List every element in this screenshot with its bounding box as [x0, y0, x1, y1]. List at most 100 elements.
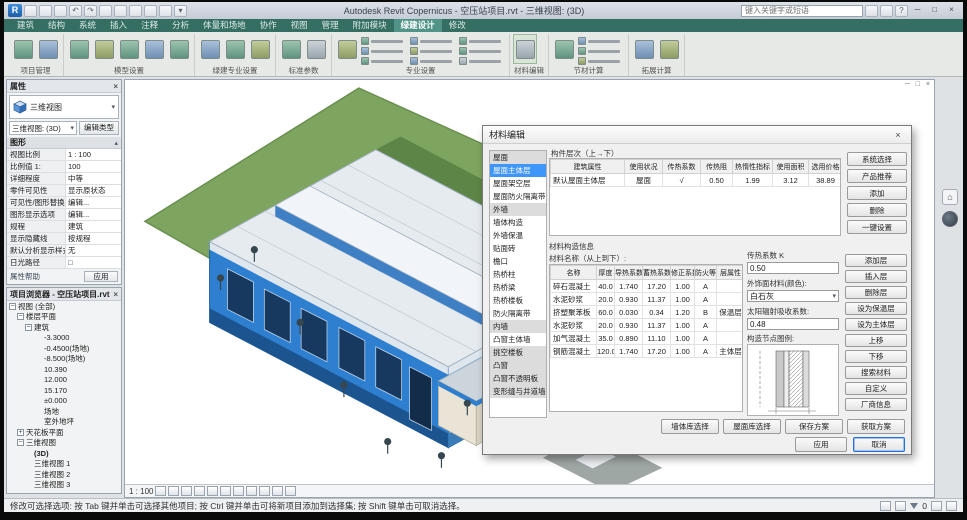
layer-button[interactable]: 添加层 [845, 254, 907, 267]
steering-wheel-icon[interactable] [942, 211, 958, 227]
component-list-item[interactable]: 凸窗 [490, 359, 546, 372]
ribbon-small-button[interactable] [361, 37, 407, 45]
help-icon[interactable]: ? [895, 5, 908, 17]
view-scale[interactable]: 1 : 100 [129, 487, 153, 496]
tree-item[interactable]: − 视图 (全部) [7, 301, 121, 312]
ribbon-small-button[interactable] [410, 47, 456, 55]
tree-item[interactable]: -0.4500(场地) [7, 343, 121, 354]
ribbon-button[interactable] [118, 35, 140, 63]
ribbon-button[interactable] [249, 35, 271, 63]
maximize-icon[interactable]: □ [927, 4, 942, 17]
close-icon[interactable]: × [113, 82, 118, 91]
layer-button[interactable]: 上移 [845, 334, 907, 347]
column-header[interactable]: 蓄热系数 [643, 266, 671, 280]
account-icon[interactable] [880, 5, 893, 17]
parameter-input[interactable]: 0.48 [747, 318, 839, 330]
ribbon-tab[interactable]: 插入 [103, 19, 134, 32]
library-button[interactable]: 保存方案 [785, 419, 843, 434]
material-row[interactable]: 加气混凝土 35.0 0.890 11.10 1.00 A [551, 332, 744, 345]
shadows-icon[interactable] [194, 486, 205, 496]
layer-button[interactable]: 厂商信息 [845, 398, 907, 411]
detail-level-icon[interactable] [155, 486, 166, 496]
tree-item[interactable]: 10.390 [7, 364, 121, 375]
minimize-icon[interactable]: ─ [910, 4, 925, 17]
grip-icon[interactable] [946, 501, 957, 511]
dialog-button[interactable]: 系统选择 [847, 152, 907, 166]
column-header[interactable]: 厚度 [597, 266, 615, 280]
column-header[interactable]: 层属性 [717, 266, 744, 280]
constraints-icon[interactable] [285, 486, 296, 496]
expand-icon[interactable]: − [17, 313, 24, 320]
visual-style-icon[interactable] [168, 486, 179, 496]
apply-button[interactable]: 应用 [84, 271, 118, 282]
property-value[interactable]: 1 : 100 [65, 149, 121, 160]
dialog-button[interactable]: 删除 [847, 203, 907, 217]
ribbon-small-button[interactable] [410, 37, 456, 45]
layer-button[interactable]: 设为保温层 [845, 302, 907, 315]
ribbon-button[interactable] [143, 35, 165, 63]
component-list-item[interactable]: 外墙 [490, 203, 546, 216]
property-value[interactable]: 中等 [65, 173, 121, 184]
undo-icon[interactable]: ↶ [69, 5, 82, 17]
ribbon-tab[interactable]: 视图 [284, 19, 315, 32]
tree-item[interactable]: 室外地坪 [7, 417, 121, 428]
tree-item[interactable]: -8.500(场地) [7, 354, 121, 365]
column-header[interactable]: 传热阻 [701, 160, 733, 174]
component-list-item[interactable]: 屋面主体层 [490, 164, 546, 177]
tree-item[interactable]: − 三维视图 [7, 438, 121, 449]
tree-item[interactable]: 三维视图 3 [7, 480, 121, 491]
expand-icon[interactable]: − [17, 439, 24, 446]
ribbon-tab[interactable]: 协作 [253, 19, 284, 32]
dialog-title-bar[interactable]: 材料编辑 × [483, 126, 911, 144]
tree-item[interactable]: 15.170 [7, 385, 121, 396]
column-header[interactable]: 使用面积 [773, 160, 809, 174]
sun-path-icon[interactable] [181, 486, 192, 496]
view-window-controls[interactable]: ─ □ × [905, 81, 932, 88]
ribbon-small-button[interactable] [410, 57, 456, 65]
column-header[interactable]: 使用状况 [625, 160, 663, 174]
column-header[interactable]: 传热系数 [663, 160, 701, 174]
filter-icon[interactable] [910, 503, 918, 509]
component-list-item[interactable]: 变形缝与井道墙 [490, 385, 546, 398]
material-row[interactable]: 钢筋混凝土 120.0 1.740 17.20 1.00 A 主体层 [551, 345, 744, 358]
render-icon[interactable] [207, 486, 218, 496]
material-row[interactable]: 挤塑聚苯板 60.0 0.030 0.34 1.20 B 保温层 [551, 306, 744, 319]
ribbon-button[interactable] [37, 35, 59, 63]
ribbon-tab[interactable]: 管理 [315, 19, 346, 32]
search-input[interactable] [741, 5, 863, 17]
component-list-item[interactable]: 凸窗不透明板 [490, 372, 546, 385]
ribbon-tab[interactable]: 注释 [134, 19, 165, 32]
column-header[interactable]: 热惰性指标 [733, 160, 773, 174]
property-value[interactable]: 100 [65, 161, 121, 172]
tree-item[interactable]: − 建筑 [7, 322, 121, 333]
component-list-item[interactable]: 檐口 [490, 255, 546, 268]
ribbon-button[interactable] [280, 35, 302, 63]
layer-button[interactable]: 插入层 [845, 270, 907, 283]
ribbon-small-button[interactable] [361, 57, 407, 65]
tree-item[interactable]: 三维视图 2 [7, 469, 121, 480]
column-header[interactable]: 选用价格 [809, 160, 842, 174]
property-value[interactable]: 无 [65, 245, 121, 256]
ribbon-button[interactable] [224, 35, 246, 63]
property-value[interactable]: 按规程 [65, 233, 121, 244]
dialog-button[interactable]: 添加 [847, 186, 907, 200]
tag-icon[interactable] [129, 5, 142, 17]
ribbon-tab[interactable]: 系统 [72, 19, 103, 32]
ribbon-button[interactable] [305, 35, 327, 63]
ribbon-small-button[interactable] [578, 57, 624, 65]
property-value[interactable]: 建筑 [65, 221, 121, 232]
worksets-icon[interactable] [880, 501, 891, 511]
column-header[interactable]: 防火等级 [695, 266, 717, 280]
ribbon-button[interactable] [336, 35, 358, 63]
tree-item[interactable]: (3D) [7, 448, 121, 459]
edit-type-button[interactable]: 编辑类型 [79, 121, 119, 135]
tree-item[interactable]: ±0.000 [7, 396, 121, 407]
revit-logo-icon[interactable]: R [8, 4, 22, 17]
expand-icon[interactable]: + [17, 429, 24, 436]
measure-icon[interactable] [114, 5, 127, 17]
type-selector[interactable]: 三维视图 ▾ [9, 95, 119, 119]
column-header[interactable]: 建筑属性 [551, 160, 625, 174]
dialog-button[interactable]: 产品推荐 [847, 169, 907, 183]
close-icon[interactable]: × [113, 290, 118, 299]
ribbon-tab[interactable]: 修改 [442, 19, 473, 32]
